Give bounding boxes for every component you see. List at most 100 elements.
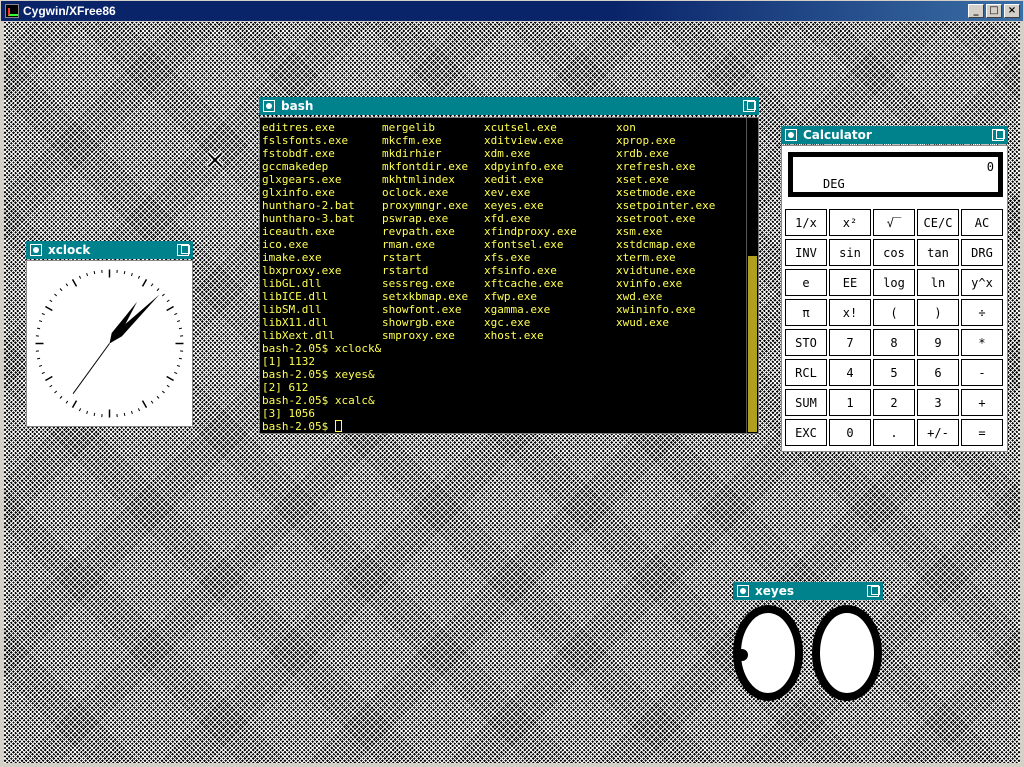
- calc-key[interactable]: 6: [917, 359, 959, 386]
- file-entry: fstobdf.exe: [262, 147, 335, 160]
- calc-key[interactable]: π: [785, 299, 827, 326]
- xeyes-titlebar[interactable]: xeyes: [733, 582, 883, 600]
- clock-tick: [178, 327, 182, 330]
- outer-window-titlebar[interactable]: Cygwin/XFree86 _ □ ×: [0, 0, 1024, 22]
- calc-key[interactable]: .: [873, 419, 915, 446]
- calc-key[interactable]: *: [961, 329, 1003, 356]
- calc-key[interactable]: 1/x: [785, 209, 827, 236]
- scrollbar-thumb[interactable]: [748, 256, 757, 432]
- xclock-title: xclock: [48, 243, 91, 257]
- clock-tick: [78, 275, 82, 279]
- calc-key[interactable]: cos: [873, 239, 915, 266]
- calc-key[interactable]: +/-: [917, 419, 959, 446]
- maximize-icon[interactable]: [867, 585, 880, 597]
- calc-key[interactable]: EE: [829, 269, 871, 296]
- clock-tick: [166, 305, 174, 312]
- file-entry: setxkbmap.exe: [382, 290, 469, 303]
- file-entry: glxgears.exe: [262, 173, 342, 186]
- calc-key[interactable]: e: [785, 269, 827, 296]
- clock-tick: [65, 283, 69, 287]
- x-cursor-icon: [206, 151, 224, 169]
- calc-key[interactable]: y^x: [961, 269, 1003, 296]
- calc-key[interactable]: SUM: [785, 389, 827, 416]
- prompt-line[interactable]: bash-2.05$: [262, 420, 381, 433]
- file-entry: xvinfo.exe: [616, 277, 683, 290]
- calc-key[interactable]: 3: [917, 389, 959, 416]
- calc-key[interactable]: =: [961, 419, 1003, 446]
- calculator-titlebar[interactable]: Calculator: [781, 126, 1008, 144]
- calc-key[interactable]: x!: [829, 299, 871, 326]
- xclock-titlebar[interactable]: xclock: [26, 241, 193, 259]
- file-entry: xfwp.exe: [484, 290, 537, 303]
- clock-tick: [93, 412, 96, 416]
- file-entry: xsm.exe: [616, 225, 663, 238]
- terminal-line: [3] 1056: [262, 407, 315, 420]
- file-entry: xev.exe: [484, 186, 531, 199]
- calc-key[interactable]: ÷: [961, 299, 1003, 326]
- calc-key[interactable]: (: [873, 299, 915, 326]
- calc-key[interactable]: +: [961, 389, 1003, 416]
- calc-key[interactable]: √‾: [873, 209, 915, 236]
- bash-terminal[interactable]: editres.exe fslsfonts.exe fstobdf.exe gccma…: [259, 117, 759, 434]
- calc-key[interactable]: 9: [917, 329, 959, 356]
- calc-key[interactable]: tan: [917, 239, 959, 266]
- clock-tick: [156, 395, 160, 399]
- calc-key[interactable]: x²: [829, 209, 871, 236]
- clock-tick: [54, 293, 58, 297]
- calc-key[interactable]: 2: [873, 389, 915, 416]
- file-entry: xedit.exe: [484, 173, 544, 186]
- calc-key[interactable]: 1: [829, 389, 871, 416]
- file-entry: huntharo-2.bat: [262, 199, 355, 212]
- file-listing: editres.exe fslsfonts.exe fstobdf.exe gccma…: [262, 121, 756, 342]
- calc-key[interactable]: 0: [829, 419, 871, 446]
- clock-tick: [123, 412, 126, 416]
- calc-key[interactable]: INV: [785, 239, 827, 266]
- right-eye: [812, 605, 882, 701]
- calc-key[interactable]: 4: [829, 359, 871, 386]
- xeyes-title: xeyes: [755, 584, 794, 598]
- clock-tick: [71, 279, 78, 287]
- file-entry: xsetroot.exe: [616, 212, 696, 225]
- window-menu-icon[interactable]: [30, 244, 42, 256]
- calc-key[interactable]: 8: [873, 329, 915, 356]
- window-menu-icon[interactable]: [263, 100, 275, 112]
- file-entry: huntharo-3.bat: [262, 212, 355, 225]
- calc-key[interactable]: STO: [785, 329, 827, 356]
- file-entry: iceauth.exe: [262, 225, 335, 238]
- close-button[interactable]: ×: [1004, 4, 1020, 18]
- calc-key[interactable]: 7: [829, 329, 871, 356]
- minimize-button[interactable]: _: [968, 4, 984, 18]
- file-entry: xvidtune.exe: [616, 264, 696, 277]
- calc-key[interactable]: 5: [873, 359, 915, 386]
- calc-key[interactable]: -: [961, 359, 1003, 386]
- xeyes-eyes: [733, 605, 882, 701]
- xfree86-app-icon[interactable]: [5, 4, 19, 18]
- calc-key[interactable]: sin: [829, 239, 871, 266]
- calc-key[interactable]: DRG: [961, 239, 1003, 266]
- file-entry: rstart: [382, 251, 422, 264]
- file-entry: xditview.exe: [484, 134, 564, 147]
- terminal-line: bash-2.05$ xcalc&: [262, 394, 375, 407]
- window-menu-icon[interactable]: [785, 129, 797, 141]
- file-entry: oclock.exe: [382, 186, 449, 199]
- file-entry: xfsinfo.exe: [484, 264, 557, 277]
- calc-key[interactable]: ln: [917, 269, 959, 296]
- calc-key[interactable]: EXC: [785, 419, 827, 446]
- maximize-icon[interactable]: [743, 100, 756, 112]
- file-entry: glxinfo.exe: [262, 186, 335, 199]
- calc-key[interactable]: log: [873, 269, 915, 296]
- window-menu-icon[interactable]: [737, 585, 749, 597]
- bash-titlebar[interactable]: bash: [259, 97, 759, 115]
- calc-key[interactable]: RCL: [785, 359, 827, 386]
- file-entry: xftcache.exe: [484, 277, 564, 290]
- clock-tick: [37, 357, 41, 360]
- maximize-icon[interactable]: [992, 129, 1005, 141]
- calc-key[interactable]: ): [917, 299, 959, 326]
- calc-key[interactable]: CE/C: [917, 209, 959, 236]
- calc-key[interactable]: AC: [961, 209, 1003, 236]
- maximize-icon[interactable]: [177, 244, 190, 256]
- clock-tick: [166, 375, 174, 382]
- bash-scrollbar[interactable]: [746, 118, 758, 433]
- maximize-button[interactable]: □: [986, 4, 1002, 18]
- clock-tick: [176, 364, 181, 367]
